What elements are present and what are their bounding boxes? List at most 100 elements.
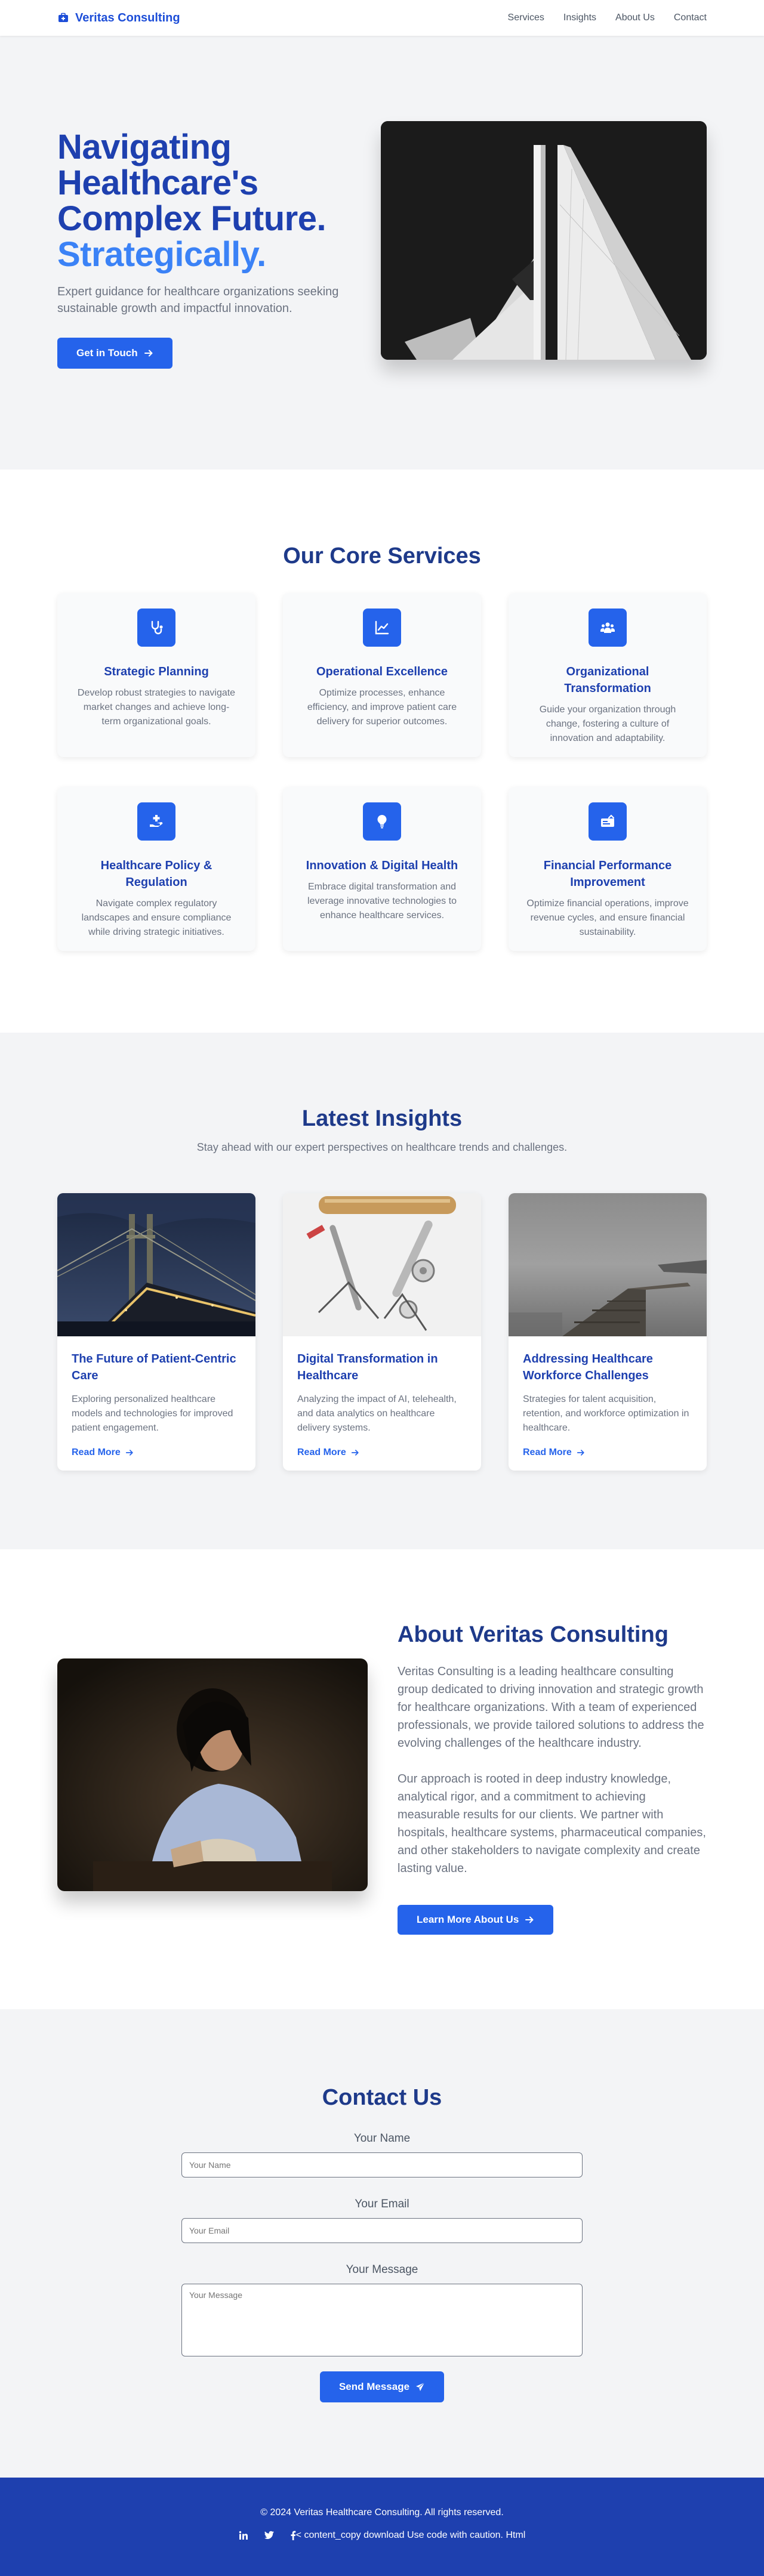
briefcase-medical-icon <box>58 13 68 22</box>
nav-link-contact[interactable]: Contact <box>674 13 707 23</box>
insight-card-digital-transformation: Digital Transformation in Healthcare Ana… <box>283 1193 481 1471</box>
read-more-label: Read More <box>523 1447 572 1457</box>
footer-stray-text: < content_copy download Use code with ca… <box>295 2530 526 2540</box>
service-title: Financial Performance Improvement <box>543 859 672 889</box>
message-textarea[interactable] <box>181 2284 583 2356</box>
stethoscope-icon <box>137 609 175 647</box>
service-card-organizational-transformation: Organizational Transformation Guide your… <box>509 593 707 757</box>
service-title: Organizational Transformation <box>564 665 651 695</box>
service-title: Operational Excellence <box>316 665 448 678</box>
arrow-right-icon <box>125 1450 133 1456</box>
money-check-icon <box>589 802 627 841</box>
insight-desc: Analyzing the impact of AI, telehealth, … <box>297 1394 457 1433</box>
service-desc: Embrace digital transformation and lever… <box>307 882 457 921</box>
facebook-icon <box>291 2531 295 2540</box>
name-input[interactable] <box>181 2152 583 2177</box>
read-more-label: Read More <box>72 1447 121 1457</box>
learn-more-button[interactable]: Learn More About Us <box>398 1904 554 1935</box>
linkedin-link[interactable] <box>239 2531 248 2540</box>
lightbulb-icon <box>363 802 401 841</box>
nav-link-services[interactable]: Services <box>508 13 544 23</box>
contact-section: Contact Us Your Name Your Email Your Mes… <box>0 2009 764 2478</box>
service-desc: Guide your organization through change, … <box>539 705 676 743</box>
read-more-label: Read More <box>297 1447 346 1457</box>
service-card-strategic-planning: Strategic Planning Develop robust strate… <box>57 593 255 757</box>
insights-grid: The Future of Patient-Centric Care Explo… <box>57 1193 707 1471</box>
arrow-right-icon <box>577 1450 584 1456</box>
get-in-touch-button[interactable]: Get in Touch <box>57 338 172 369</box>
hero-subtitle: Expert guidance for healthcare organizat… <box>57 285 339 315</box>
send-message-label: Send Message <box>338 2381 410 2392</box>
contact-title: Contact Us <box>322 2085 442 2110</box>
linkedin-icon <box>239 2531 248 2540</box>
insight-card-patient-centric-care: The Future of Patient-Centric Care Explo… <box>57 1193 255 1471</box>
insight-image-bridge <box>57 1193 255 1336</box>
chart-line-icon <box>363 609 401 647</box>
hero-text: Navigating Healthcare's Complex Future. … <box>57 129 374 369</box>
read-more-link[interactable]: Read More <box>72 1447 134 1458</box>
hero-section: Navigating Healthcare's Complex Future. … <box>0 36 764 470</box>
arrow-right-icon <box>144 350 153 357</box>
about-section: About Veritas Consulting Veritas Consult… <box>0 1549 764 2009</box>
arrow-right-icon <box>525 1916 534 1923</box>
message-label: Your Message <box>346 2263 418 2276</box>
hero-title: Navigating Healthcare's Complex Future. … <box>57 129 374 273</box>
hero-title-accent: Strategically. <box>57 235 266 274</box>
service-desc: Optimize financial operations, improve r… <box>526 898 689 937</box>
insight-title: Addressing Healthcare Workforce Challeng… <box>523 1352 653 1382</box>
nav-links: Services Insights About Us Contact <box>508 13 707 23</box>
footer-social-links: < content_copy download Use code with ca… <box>0 2530 764 2541</box>
footer-copyright: © 2024 Veritas Healthcare Consulting. Al… <box>260 2507 504 2518</box>
twitter-icon <box>264 2531 274 2539</box>
brand-logo[interactable]: Veritas Consulting <box>57 11 180 25</box>
email-label: Your Email <box>355 2198 409 2210</box>
read-more-link[interactable]: Read More <box>523 1447 585 1458</box>
insight-desc: Strategies for talent acquisition, reten… <box>523 1394 689 1433</box>
learn-more-label: Learn More About Us <box>417 1913 519 1925</box>
name-label: Your Name <box>353 2132 411 2145</box>
service-title: Strategic Planning <box>104 665 209 678</box>
insights-section: Latest Insights Stay ahead with our expe… <box>0 1033 764 1549</box>
about-text: About Veritas Consulting Veritas Consult… <box>398 1621 707 1935</box>
service-card-financial-performance: Financial Performance Improvement Optimi… <box>509 787 707 951</box>
brand-name: Veritas Consulting <box>75 11 180 24</box>
read-more-link[interactable]: Read More <box>297 1447 359 1458</box>
people-group-icon <box>589 609 627 647</box>
service-card-operational-excellence: Operational Excellence Optimize processe… <box>283 593 481 757</box>
service-desc: Develop robust strategies to navigate ma… <box>77 688 236 727</box>
arrow-right-icon <box>351 1450 359 1456</box>
email-input[interactable] <box>181 2218 583 2243</box>
about-title: About Veritas Consulting <box>398 1621 668 1647</box>
insights-title: Latest Insights <box>301 1106 463 1131</box>
service-title: Healthcare Policy & Regulation <box>100 859 212 889</box>
hero-title-main: Navigating Healthcare's Complex Future. <box>57 128 326 238</box>
service-card-healthcare-policy: Healthcare Policy & Regulation Navigate … <box>57 787 255 951</box>
footer: © 2024 Veritas Healthcare Consulting. Al… <box>0 2478 764 2576</box>
service-title: Innovation & Digital Health <box>306 859 458 872</box>
insights-subtitle: Stay ahead with our expert perspectives … <box>196 1141 568 1153</box>
about-image <box>57 1658 368 1891</box>
insight-image-pier <box>509 1193 707 1336</box>
services-section: Our Core Services Strategic Planning Dev… <box>0 470 764 1033</box>
send-message-button[interactable]: Send Message <box>319 2371 445 2402</box>
twitter-link[interactable] <box>264 2531 275 2540</box>
service-desc: Navigate complex regulatory landscapes a… <box>81 898 232 937</box>
service-desc: Optimize processes, enhance efficiency, … <box>307 688 457 727</box>
nav-link-about[interactable]: About Us <box>615 13 655 23</box>
services-title: Our Core Services <box>283 543 481 569</box>
contact-form: Your Name Your Email Your Message Send M… <box>181 2132 583 2402</box>
insight-title: The Future of Patient-Centric Care <box>72 1352 236 1382</box>
get-in-touch-label: Get in Touch <box>76 347 138 359</box>
service-card-innovation-digital-health: Innovation & Digital Health Embrace digi… <box>283 787 481 951</box>
hero-image <box>381 121 707 360</box>
services-grid: Strategic Planning Develop robust strate… <box>57 593 707 951</box>
insight-title: Digital Transformation in Healthcare <box>297 1352 438 1382</box>
insight-image-clamps <box>283 1193 481 1336</box>
hand-holding-medical-icon <box>137 802 175 841</box>
about-paragraph: Veritas Consulting is a leading healthca… <box>398 1664 704 1750</box>
about-paragraph: Our approach is rooted in deep industry … <box>398 1772 706 1875</box>
insight-desc: Exploring personalized healthcare models… <box>72 1394 233 1433</box>
nav-link-insights[interactable]: Insights <box>563 13 596 23</box>
facebook-link[interactable]: < content_copy download Use code with ca… <box>290 2530 526 2541</box>
insight-card-workforce-challenges: Addressing Healthcare Workforce Challeng… <box>509 1193 707 1471</box>
